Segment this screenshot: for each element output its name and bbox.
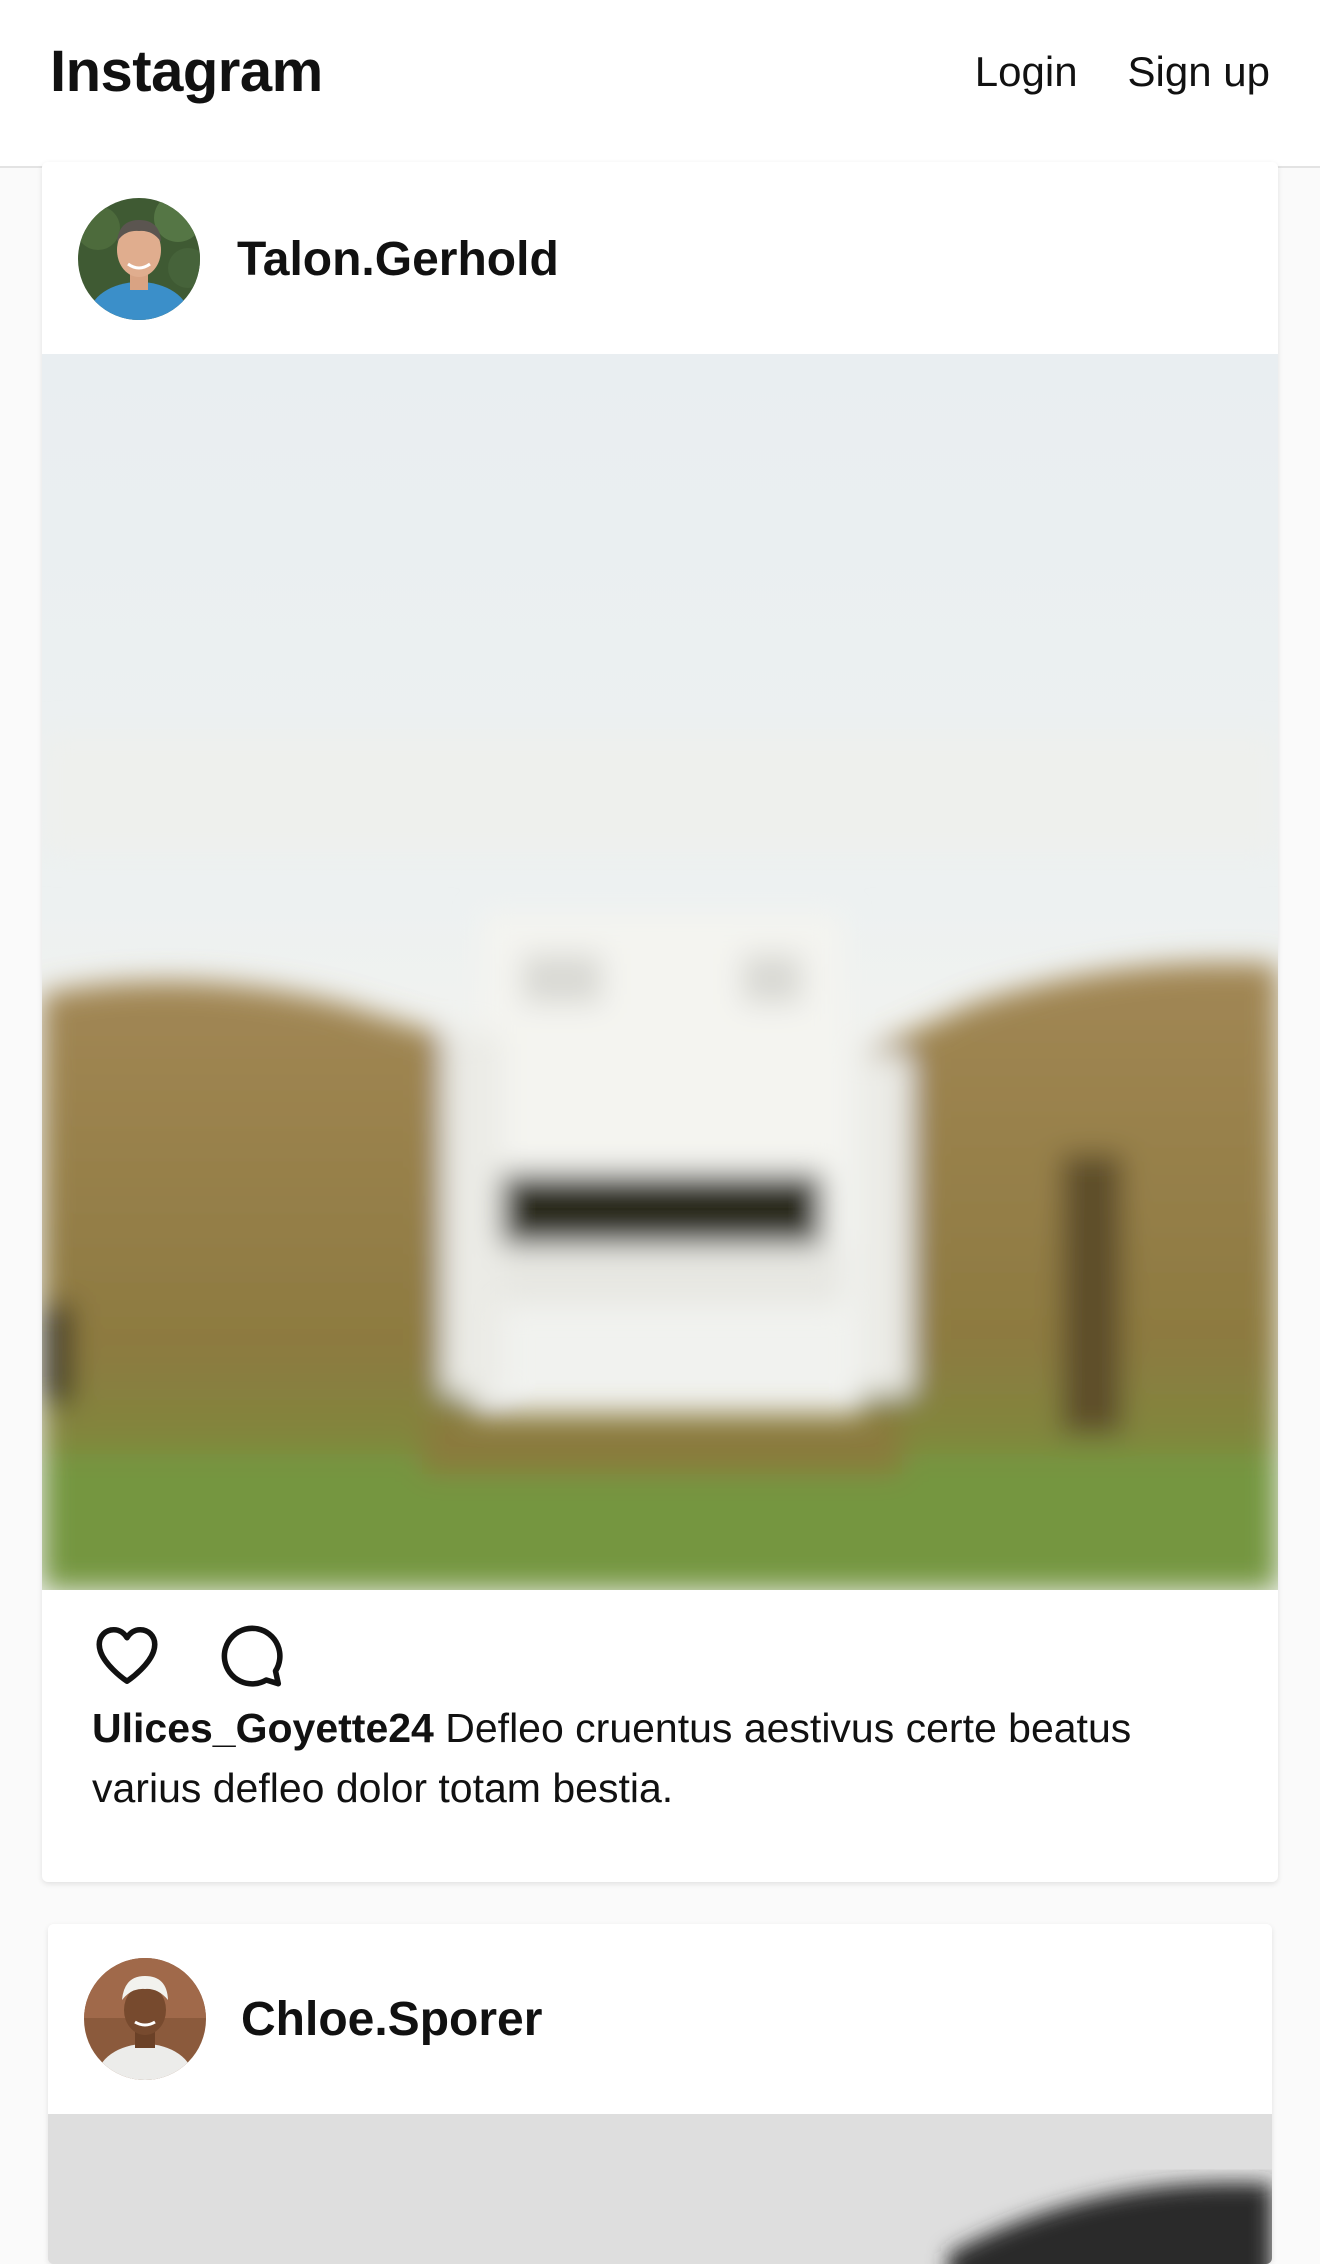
post-photo [42,354,1278,1590]
login-link[interactable]: Login [975,48,1078,96]
post-header: Chloe.Sporer [48,1924,1272,2116]
post-image[interactable] [48,2114,1272,2264]
post-card: Chloe.Sporer [48,1924,1272,2264]
post-username[interactable]: Talon.Gerhold [237,232,559,287]
top-nav-bar: Instagram Login Sign up [0,0,1320,168]
auth-links: Login Sign up [975,48,1270,96]
post-caption: Ulices_Goyette24 Defleo cruentus aestivu… [42,1698,1278,1818]
avatar-image [84,1958,206,2080]
signup-link[interactable]: Sign up [1128,48,1270,96]
caption-username[interactable]: Ulices_Goyette24 [92,1705,434,1751]
post-photo [48,2114,1272,2264]
avatar[interactable] [78,198,200,320]
post-username[interactable]: Chloe.Sporer [241,1992,542,2047]
heart-icon[interactable] [90,1618,164,1692]
post-header: Talon.Gerhold [42,162,1278,354]
brand-logo[interactable]: Instagram [50,38,323,105]
post-image[interactable] [42,354,1278,1590]
post-card: Talon.Gerhold Ulices_Goyette24 Defleo cr… [42,162,1278,1882]
avatar[interactable] [84,1958,206,2080]
comment-bubble-icon[interactable] [212,1618,286,1692]
avatar-image [78,198,200,320]
